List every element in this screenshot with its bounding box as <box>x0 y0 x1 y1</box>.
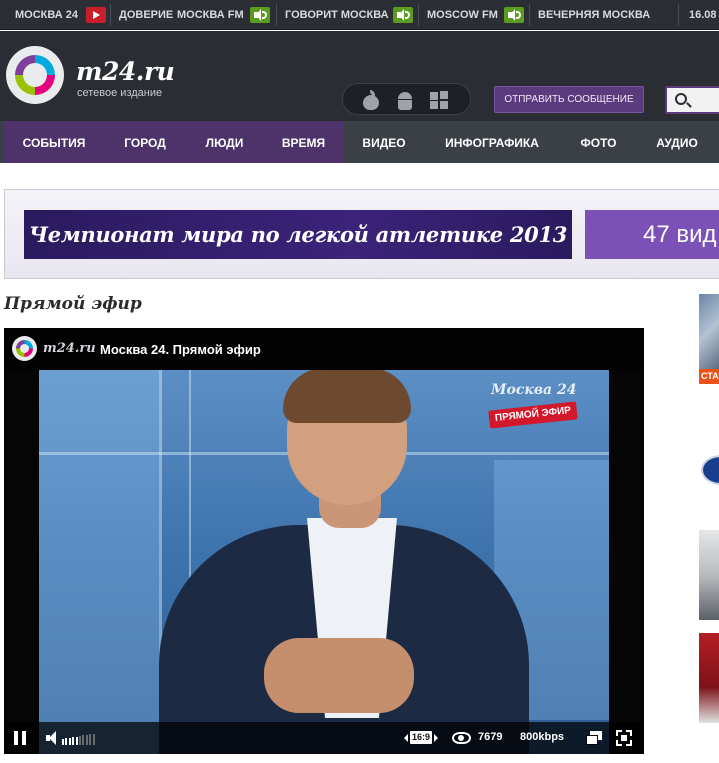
media-item-vechernyaya-moskva[interactable]: ВЕЧЕРНЯЯ МОСКВА <box>538 0 650 30</box>
logo-icon <box>12 336 37 361</box>
apple-icon[interactable] <box>361 90 381 110</box>
thumbnail-tag: СТА <box>699 369 719 384</box>
volume-level-bar[interactable] <box>65 738 68 745</box>
player-brand: m24.ru <box>43 341 96 356</box>
volume-level-bar[interactable] <box>92 733 95 745</box>
live-tag: ПРЯМОЙ ЭФИР <box>488 401 578 429</box>
banner-counter[interactable]: 47 вид <box>585 210 719 259</box>
search-input[interactable] <box>665 86 719 114</box>
video-frame[interactable]: Москва 24 ПРЯМОЙ ЭФИР <box>39 370 609 754</box>
site-header: m24.ru сетевое издание ОТПРАВИТЬ СООБЩЕН… <box>0 31 719 121</box>
volume-level-bar[interactable] <box>75 736 78 745</box>
logo-subtitle: сетевое издание <box>77 87 163 99</box>
speaker-icon[interactable] <box>504 7 524 23</box>
nav-item-lyudi[interactable]: ЛЮДИ <box>186 121 263 163</box>
nav-item-video[interactable]: ВИДЕО <box>344 121 424 163</box>
nav-item-gorod[interactable]: ГОРОД <box>104 121 186 163</box>
chevron-left-icon[interactable] <box>404 733 408 742</box>
divider <box>678 4 679 26</box>
speaker-icon[interactable] <box>393 7 413 23</box>
divider <box>276 4 277 26</box>
volume-level-bar[interactable] <box>85 734 88 745</box>
bitrate-button[interactable]: 800kbps <box>520 731 564 743</box>
volume-level-bar[interactable] <box>62 739 64 745</box>
aspect-ratio-label: 16:9 <box>410 731 433 744</box>
chevron-right-icon[interactable] <box>434 733 439 742</box>
date-label: 16.08 <box>689 9 717 21</box>
presenter-figure <box>264 638 414 713</box>
brand-logo <box>701 455 719 485</box>
volume-level-bar[interactable] <box>89 734 92 745</box>
player-controls: 16:9 7679 800kbps <box>4 722 644 754</box>
windows-icon[interactable] <box>429 90 449 110</box>
send-message-button[interactable]: ОТПРАВИТЬ СООБЩЕНИЕ <box>494 86 644 113</box>
news-thumbnail[interactable] <box>699 633 719 723</box>
media-bar: МОСКВА 24 ДОВЕРИЕ МОСКВА FM ГОВОРИТ МОСК… <box>0 0 719 30</box>
media-item-govorit-moskva[interactable]: ГОВОРИТ МОСКВА <box>285 0 389 30</box>
main-nav: СОБЫТИЯ ГОРОД ЛЮДИ ВРЕМЯ ВИДЕО ИНФОГРАФИ… <box>0 121 719 163</box>
divider <box>418 4 419 26</box>
play-icon[interactable] <box>86 7 106 23</box>
promo-banner[interactable]: Чемпионат мира по легкой атлетике 2013 4… <box>4 189 719 279</box>
app-links <box>342 83 471 115</box>
search-icon[interactable] <box>675 93 687 105</box>
viewer-count: 7679 <box>478 731 503 743</box>
eye-icon <box>452 732 471 744</box>
page: МОСКВА 24 ДОВЕРИЕ МОСКВА FM ГОВОРИТ МОСК… <box>0 0 719 763</box>
logo-text[interactable]: m24.ru <box>76 57 175 86</box>
nav-item-audio[interactable]: АУДИО <box>637 121 717 163</box>
pause-icon[interactable] <box>14 731 26 745</box>
volume-level-bar[interactable] <box>72 737 75 745</box>
banner-title[interactable]: Чемпионат мира по легкой атлетике 2013 <box>24 210 572 259</box>
speaker-icon[interactable] <box>250 7 270 23</box>
nav-item-vremya[interactable]: ВРЕМЯ <box>263 121 344 163</box>
media-item-moscow-fm-en[interactable]: MOSCOW FM <box>427 0 498 30</box>
news-thumbnail[interactable]: СТА <box>699 294 719 384</box>
volume-level-bar[interactable] <box>82 735 85 745</box>
aspect-ratio-button[interactable]: 16:9 <box>404 731 439 745</box>
media-item-moscow-fm[interactable]: МОСКВА FM <box>177 0 244 30</box>
volume-level-bar[interactable] <box>79 736 81 745</box>
presenter-figure <box>283 370 411 423</box>
volume-level-bar[interactable] <box>68 737 71 745</box>
popout-icon[interactable] <box>586 731 602 745</box>
ad-thumbnail[interactable] <box>699 452 719 488</box>
fullscreen-icon[interactable] <box>615 729 633 747</box>
nav-item-infografika[interactable]: ИНФОГРАФИКА <box>424 121 560 163</box>
divider <box>110 4 111 26</box>
android-icon[interactable] <box>395 90 415 110</box>
studio-backdrop <box>39 370 159 754</box>
video-player[interactable]: Москва 24 ПРЯМОЙ ЭФИР m24.ru Москва 24. … <box>4 328 644 754</box>
media-item-moscow24[interactable]: МОСКВА 24 <box>15 0 78 30</box>
player-title-bar: m24.ru Москва 24. Прямой эфир <box>4 328 644 370</box>
section-title: Прямой эфир <box>4 294 142 314</box>
media-item-doverie[interactable]: ДОВЕРИЕ <box>119 0 173 30</box>
player-title: Москва 24. Прямой эфир <box>100 342 261 357</box>
news-thumbnail[interactable] <box>699 530 719 620</box>
divider <box>529 4 530 26</box>
channel-watermark: Москва 24 <box>491 382 577 398</box>
nav-item-sobytiya[interactable]: СОБЫТИЯ <box>4 121 104 163</box>
logo-icon[interactable] <box>6 46 64 104</box>
nav-item-foto[interactable]: ФОТО <box>560 121 637 163</box>
volume-icon[interactable] <box>46 731 96 745</box>
